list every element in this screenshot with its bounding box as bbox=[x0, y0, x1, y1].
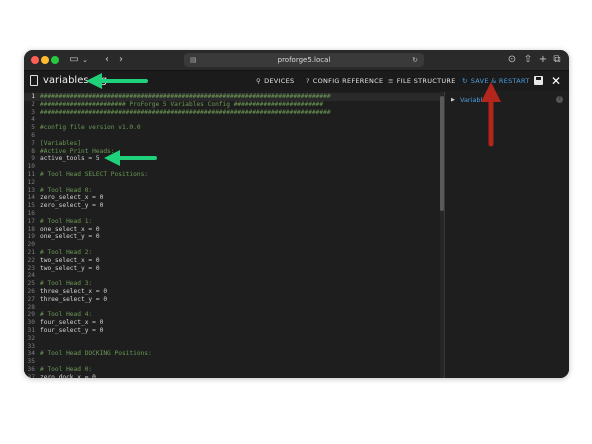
red-arrow-save-restart bbox=[481, 82, 501, 147]
annotation-layer bbox=[86, 73, 501, 166]
green-arrow-filename bbox=[86, 73, 148, 89]
green-arrow-active-tools bbox=[104, 150, 157, 166]
